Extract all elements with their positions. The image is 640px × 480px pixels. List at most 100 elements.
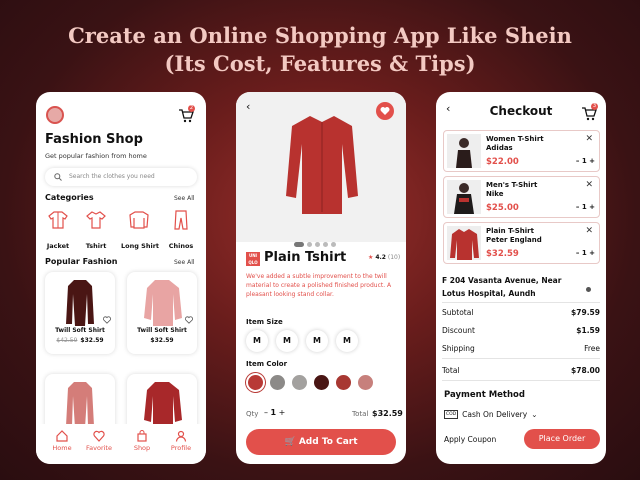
cart-icon: 🛒: [284, 437, 296, 447]
brand-logo: UNI QLO: [246, 252, 260, 266]
size-option[interactable]: M: [276, 330, 298, 352]
place-order-button[interactable]: Place Order: [524, 429, 600, 449]
divider: [442, 358, 600, 359]
product-name: Twill Soft Shirt: [55, 327, 105, 334]
product-description: We've added a subtle improvement to the …: [246, 273, 392, 298]
product-card[interactable]: Twill Soft Shirt $32.59: [127, 272, 197, 354]
qty-stepper[interactable]: – 1 +: [576, 203, 595, 211]
color-swatch[interactable]: [292, 375, 307, 390]
item-image: [447, 134, 481, 168]
close-icon[interactable]: ✕: [585, 180, 593, 190]
color-swatch[interactable]: [270, 375, 285, 390]
search-icon: [54, 173, 62, 181]
close-icon[interactable]: ✕: [585, 134, 593, 144]
category-label: Long Shirt: [121, 242, 160, 250]
nav-profile[interactable]: Profile: [164, 430, 198, 452]
nav-shop[interactable]: Shop: [125, 430, 159, 452]
size-option[interactable]: M: [336, 330, 358, 352]
price: $32.59: [80, 337, 104, 344]
categories-title: Categories: [45, 193, 94, 202]
cart-item[interactable]: Men's T-Shirt Nike $25.00 ✕ – 1 +: [443, 176, 600, 218]
close-icon[interactable]: ✕: [585, 226, 593, 236]
cart-button[interactable]: 3: [581, 103, 598, 125]
delivery-address[interactable]: F 204 Vasanta Avenue, Near Lotus Hospita…: [442, 274, 582, 300]
price: $32.59: [150, 337, 174, 344]
search-input[interactable]: Search the clothes you need: [45, 168, 197, 186]
color-swatch[interactable]: [336, 375, 351, 390]
color-swatch[interactable]: [314, 375, 329, 390]
banner-title: Create an Online Shopping App Like Shein…: [0, 22, 640, 78]
item-name: Women T-Shirt Adidas: [486, 135, 544, 152]
rating: ★ 4.2 (10): [368, 254, 400, 261]
cod-icon: COD: [444, 410, 459, 419]
coat-image: [66, 382, 94, 428]
shirt-image: [286, 116, 358, 214]
chevron-down-icon: ⌄: [531, 410, 538, 419]
rating-value: 4.2: [375, 254, 386, 261]
cart-item[interactable]: Women T-Shirt Adidas $22.00 ✕ – 1 +: [443, 130, 600, 172]
size-option[interactable]: M: [246, 330, 268, 352]
cart-badge: 2: [188, 105, 195, 112]
product-price: $42.59 $32.59: [45, 337, 115, 344]
category-label: Tshirt: [85, 242, 107, 250]
category-tshirt[interactable]: Tshirt: [78, 210, 114, 250]
cart-button[interactable]: 2: [178, 105, 195, 127]
item-name: Men's T-Shirt Nike: [486, 181, 538, 198]
banner-line-1: Create an Online Shopping App Like Shein: [68, 23, 572, 48]
qty-stepper[interactable]: – 1 +: [576, 157, 595, 165]
item-price: $22.00: [486, 157, 519, 167]
chinos-icon: [174, 210, 188, 230]
color-label: Item Color: [246, 360, 288, 368]
category-chinos[interactable]: Chinos: [163, 210, 199, 250]
nav-home[interactable]: Home: [45, 430, 79, 452]
avatar[interactable]: [46, 106, 64, 124]
item-price: $25.00: [486, 203, 519, 213]
banner-line-2: (Its Cost, Features & Tips): [164, 51, 476, 76]
categories-see-all[interactable]: See All: [174, 195, 195, 202]
summary-row: Subtotal $79.59: [442, 308, 600, 317]
divider: [442, 380, 600, 381]
product-name: Plain Tshirt: [264, 250, 347, 265]
cart-item[interactable]: Plain T-Shirt Peter England $32.59 ✕ – 1 …: [443, 222, 600, 264]
coat-image: [66, 280, 94, 326]
category-jacket[interactable]: Jacket: [40, 210, 76, 250]
location-icon: [586, 287, 591, 292]
qty-value: 1: [581, 249, 587, 257]
jacket-icon: [48, 211, 68, 229]
heart-icon[interactable]: [185, 316, 193, 324]
page-title: Fashion Shop: [45, 132, 143, 147]
payment-method-select[interactable]: COD Cash On Delivery ⌄: [444, 410, 538, 419]
product-price: $32.59: [127, 337, 197, 344]
nav-favorite[interactable]: Favorite: [82, 430, 116, 452]
minus-icon[interactable]: –: [264, 408, 268, 417]
qty-stepper[interactable]: – 1 +: [576, 249, 595, 257]
qty-stepper[interactable]: – 1 +: [264, 408, 285, 417]
add-to-cart-button[interactable]: 🛒 Add To Cart: [246, 429, 396, 455]
size-label: Item Size: [246, 318, 283, 326]
page-subtitle: Get popular fashion from home: [45, 152, 147, 160]
color-swatch[interactable]: [248, 375, 263, 390]
color-swatch[interactable]: [358, 375, 373, 390]
home-icon: [56, 430, 68, 442]
product-card[interactable]: Twill Soft Shirt $42.59 $32.59: [45, 272, 115, 354]
heart-icon[interactable]: [103, 316, 111, 324]
popular-see-all[interactable]: See All: [174, 259, 195, 266]
shirt-image: [144, 382, 182, 428]
payment-method-label: Cash On Delivery: [462, 410, 528, 419]
plus-icon[interactable]: +: [279, 408, 286, 417]
category-long-shirt[interactable]: Long Shirt: [121, 210, 160, 250]
back-arrow-icon[interactable]: ‹: [246, 100, 250, 113]
hoodie-image: [144, 280, 182, 326]
profile-icon: [175, 430, 187, 442]
home-screen: 2 Fashion Shop Get popular fashion from …: [36, 92, 206, 464]
summary-row: Discount $1.59: [442, 326, 600, 335]
apply-coupon-link[interactable]: Apply Coupon: [444, 435, 496, 444]
nav-label: Favorite: [86, 444, 112, 452]
carousel-dots: [294, 232, 339, 251]
popular-title: Popular Fashion: [45, 257, 118, 266]
review-count: (10): [387, 254, 401, 261]
heart-icon: [93, 430, 105, 442]
favorite-button[interactable]: [376, 102, 394, 120]
size-option[interactable]: M: [306, 330, 328, 352]
total-row: Total $78.00: [442, 366, 600, 375]
